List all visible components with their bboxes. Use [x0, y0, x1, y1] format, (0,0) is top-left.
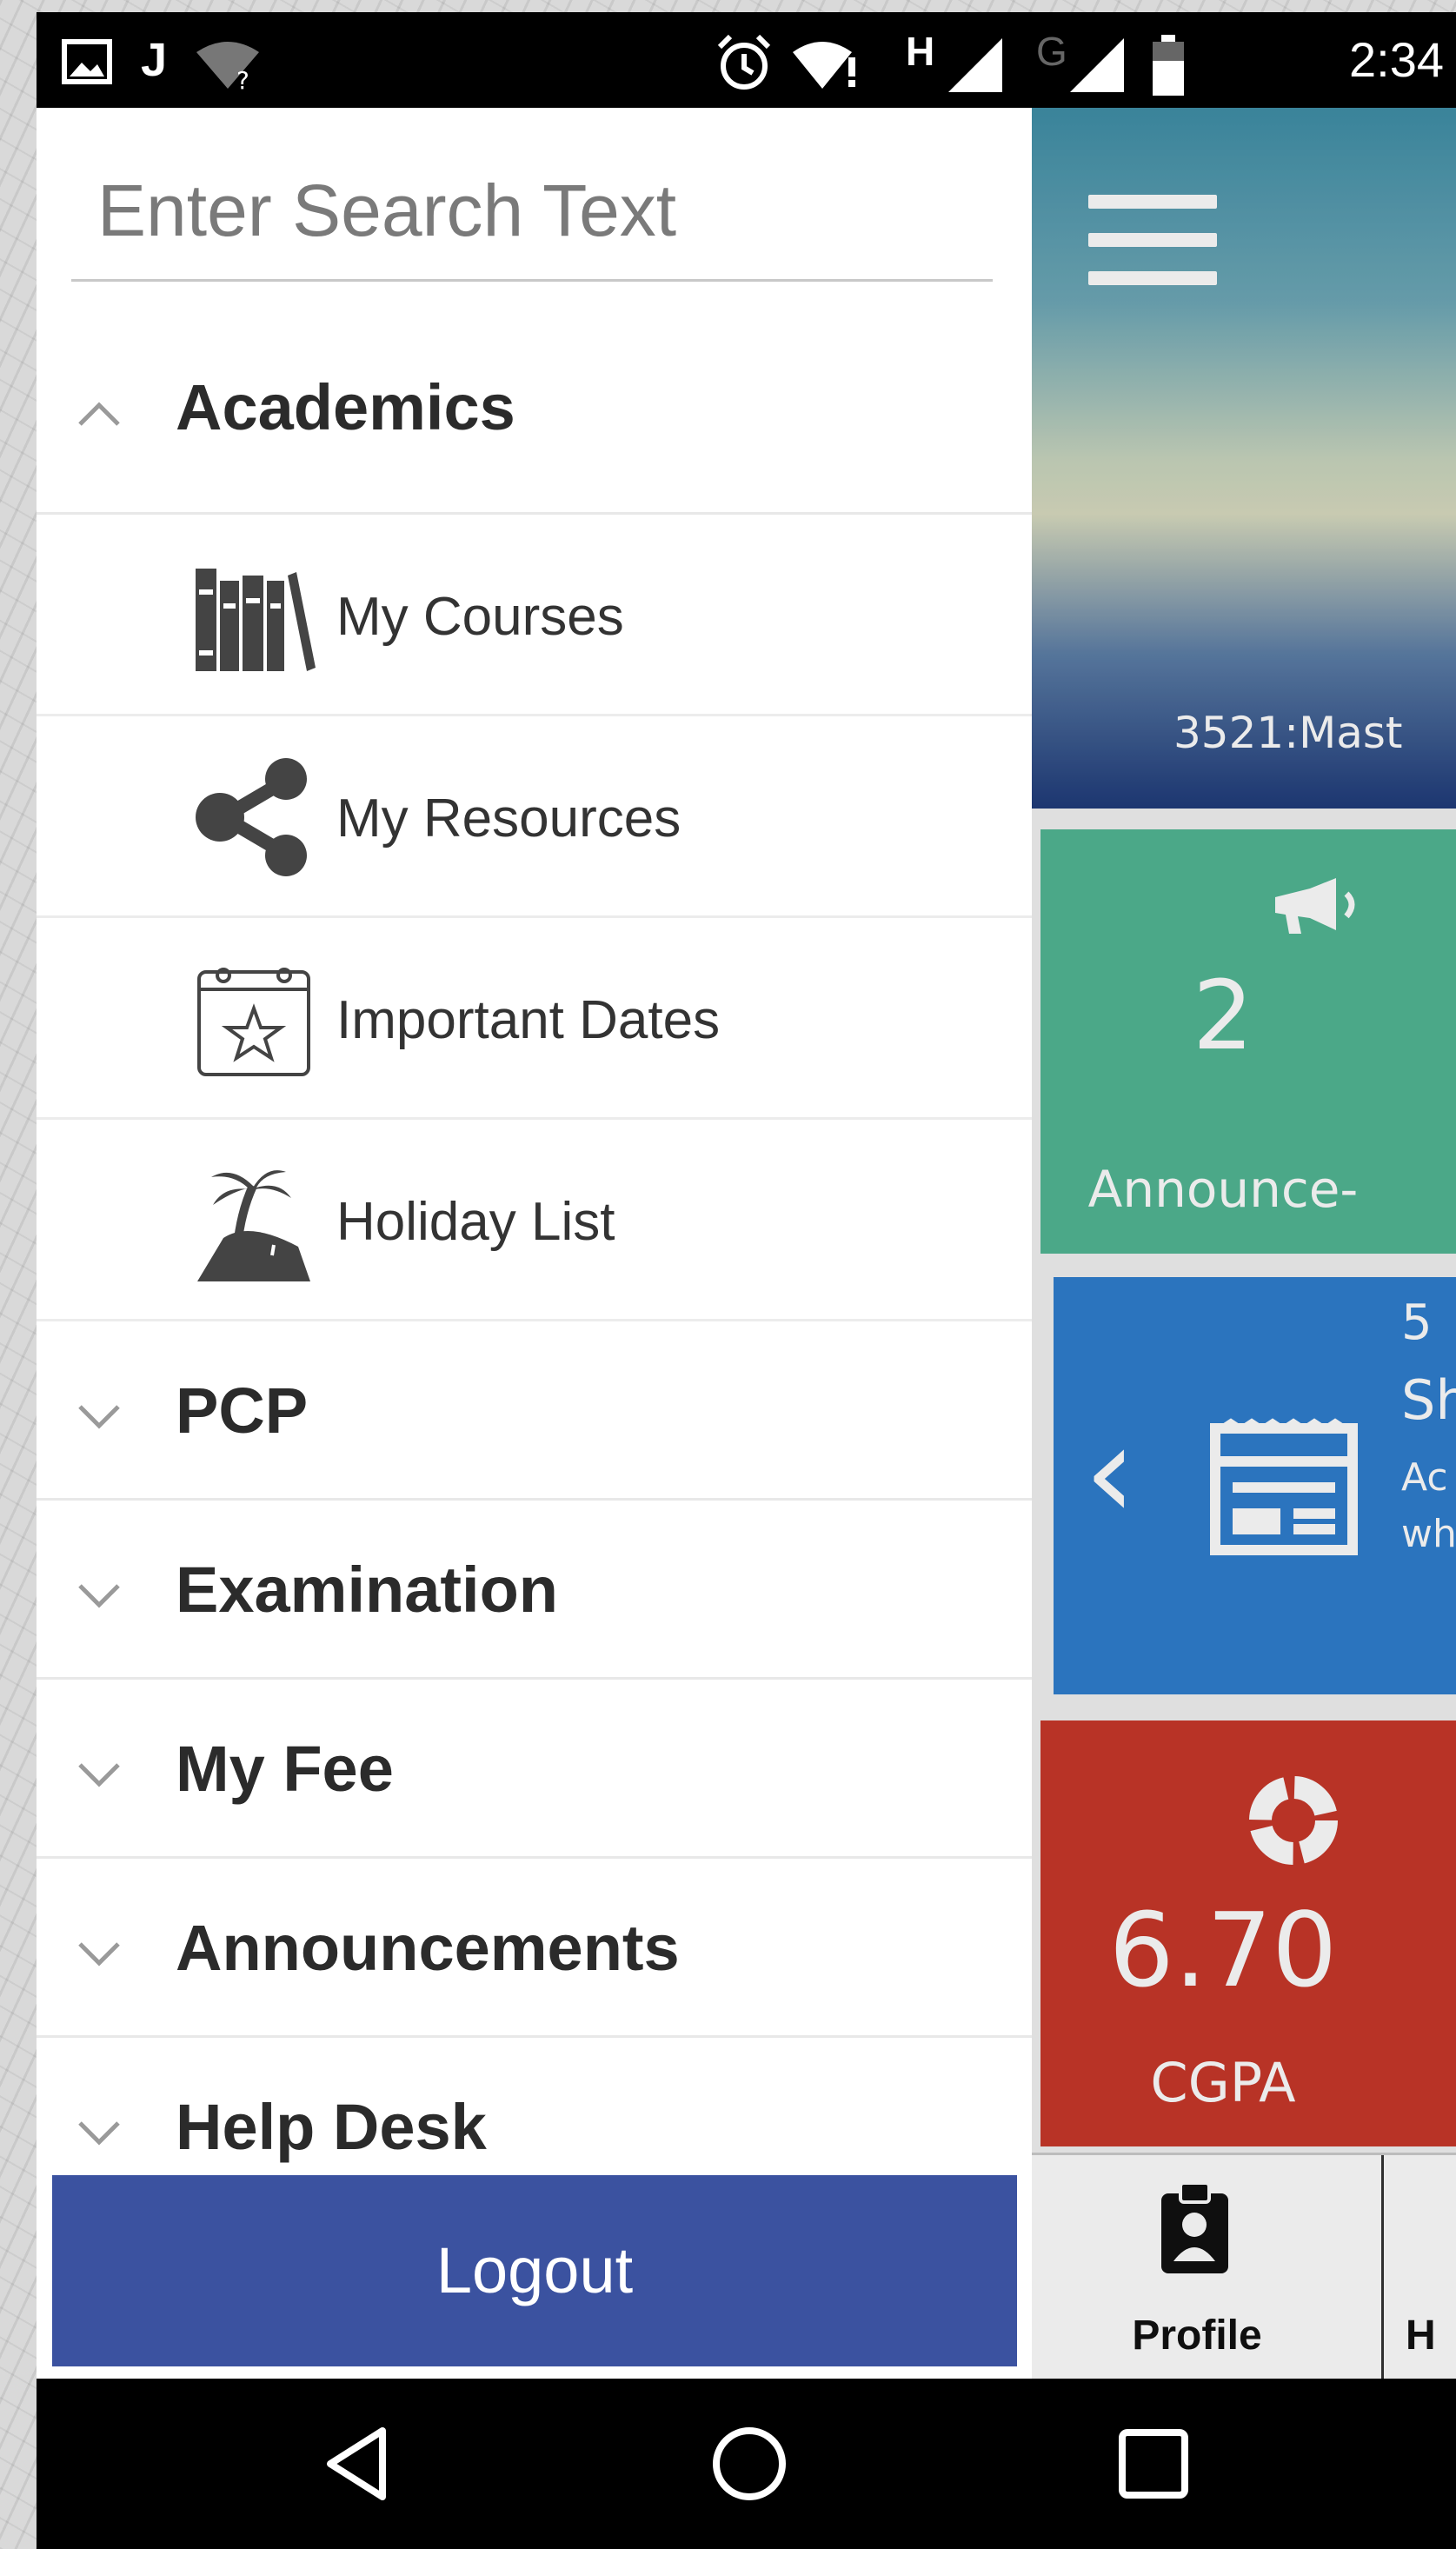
signal-h-icon [948, 38, 1002, 92]
wifi-alert-icon [793, 42, 855, 89]
signal-g-icon [1070, 38, 1124, 92]
chevron-up-icon [78, 402, 120, 426]
schedule-line-1: 5 [1401, 1294, 1433, 1351]
announcements-tile[interactable]: 2 Announce- [1040, 829, 1456, 1254]
alarm-icon [717, 34, 771, 90]
palm-island-icon [197, 1170, 310, 1281]
cgpa-value: 6.70 [1108, 1890, 1338, 2010]
calendar-icon [1210, 1418, 1358, 1555]
home-icon[interactable] [706, 2420, 793, 2507]
signal-h-label: H [906, 29, 935, 74]
section-examination[interactable]: Examination [37, 1501, 1032, 1680]
section-academics[interactable]: Academics [37, 309, 1032, 515]
bottom-nav: Profile H [1032, 2153, 1456, 2390]
chevron-down-icon [78, 2121, 120, 2146]
section-title: Announcements [176, 1912, 680, 1984]
phone-screen: J ? H G 2:34 3521:Mast 2 Announce- ‹ 5 S… [37, 12, 1456, 2549]
program-title: 3521:Mast [1173, 708, 1403, 758]
recents-icon[interactable] [1110, 2420, 1197, 2507]
navigation-drawer: Academics My Courses [37, 108, 1032, 2379]
chevron-down-icon [78, 1405, 120, 1429]
signal-g-label: G [1036, 29, 1067, 74]
announcements-label: Announce- [1087, 1160, 1359, 1219]
wifi-unknown-icon: ? [196, 42, 259, 90]
donut-chart-icon [1249, 1776, 1338, 1865]
search-field[interactable] [71, 143, 993, 282]
wifi-unknown-mark: ? [236, 66, 249, 90]
section-pcp[interactable]: PCP [37, 1321, 1032, 1501]
system-nav-bar [37, 2379, 1456, 2549]
logout-button[interactable]: Logout [52, 2175, 1017, 2366]
menu-item-holiday-list[interactable]: Holiday List [37, 1120, 1032, 1321]
books-icon [196, 569, 316, 671]
calendar-star-icon [197, 968, 310, 1076]
menu-item-my-resources[interactable]: My Resources [37, 716, 1032, 918]
profile-tab[interactable]: Profile [1032, 2155, 1384, 2390]
back-icon[interactable] [315, 2420, 402, 2507]
search-input[interactable] [71, 143, 993, 253]
section-title: My Fee [176, 1733, 394, 1805]
menu-item-label: Important Dates [336, 990, 721, 1050]
image-icon [62, 39, 112, 84]
menu-item-label: My Courses [336, 587, 624, 647]
schedule-line-3: Ac [1401, 1455, 1448, 1500]
menu-item-label: Holiday List [336, 1192, 615, 1252]
megaphone-icon [1275, 878, 1355, 934]
schedule-line-2: Sh [1401, 1368, 1456, 1432]
chevron-down-icon [78, 1763, 120, 1787]
section-title: Help Desk [176, 2091, 487, 2163]
chevron-left-icon[interactable]: ‹ [1084, 1408, 1136, 1538]
announcements-count: 2 [1193, 960, 1253, 1071]
menu-item-important-dates[interactable]: Important Dates [37, 918, 1032, 1120]
cgpa-tile[interactable]: 6.70 CGPA [1040, 1720, 1456, 2146]
schedule-line-4: wh [1401, 1512, 1456, 1556]
section-announcements[interactable]: Announcements [37, 1859, 1032, 2038]
share-icon [196, 758, 307, 876]
schedule-tile[interactable]: ‹ 5 Sh Ac wh [1054, 1277, 1456, 1694]
j-notification-icon: J [141, 34, 168, 86]
cgpa-label: CGPA [1150, 2051, 1296, 2114]
other-tab-label: H [1406, 2313, 1436, 2359]
battery-icon [1153, 35, 1184, 96]
section-my-fee[interactable]: My Fee [37, 1680, 1032, 1859]
chevron-down-icon [78, 1942, 120, 1967]
menu-icon[interactable] [1088, 195, 1217, 290]
menu-item-label: My Resources [336, 789, 681, 849]
profile-clipboard-icon [1161, 2181, 1228, 2273]
chevron-down-icon [78, 1584, 120, 1608]
section-title: Academics [176, 371, 515, 443]
status-bar: J ? H G 2:34 [37, 12, 1456, 108]
clock: 2:34 [1349, 32, 1444, 87]
section-title: PCP [176, 1374, 309, 1447]
menu-item-my-courses[interactable]: My Courses [37, 515, 1032, 716]
section-title: Examination [176, 1554, 558, 1626]
profile-label: Profile [1132, 2313, 1262, 2359]
